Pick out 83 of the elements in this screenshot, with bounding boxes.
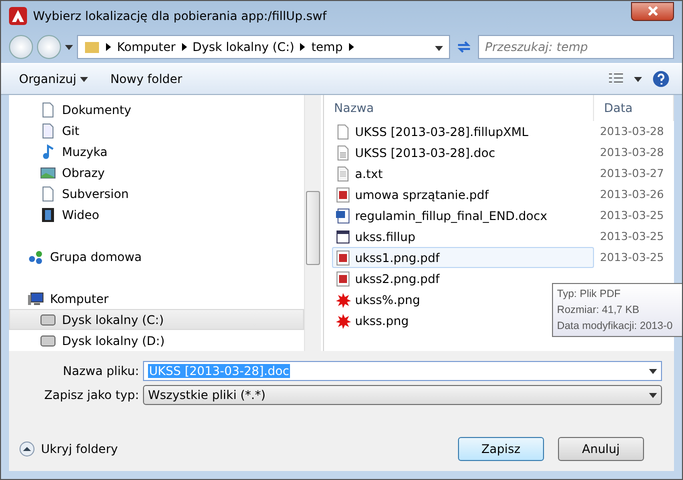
document-icon xyxy=(40,186,56,202)
window-title: Wybierz lokalizację dla pobierania app:/fillUp.swf xyxy=(33,9,327,23)
dropdown-caret-icon xyxy=(80,76,88,82)
tooltip-line: Rozmiar: 41,7 KB xyxy=(557,303,640,318)
file-row[interactable]: ukss2.png.pdf xyxy=(332,268,594,289)
pdf-file-icon xyxy=(335,270,351,286)
date-cell: 2013-03-25 xyxy=(600,230,664,243)
sidebar-item[interactable]: Dokumenty xyxy=(9,99,304,120)
organize-menu[interactable]: Organizuj xyxy=(13,70,94,88)
new-folder-button[interactable]: Nowy folder xyxy=(104,70,188,88)
splat-icon xyxy=(335,312,351,328)
breadcrumb-item[interactable]: Dysk lokalny (C:) xyxy=(192,40,294,54)
sidebar-item[interactable]: Dysk lokalny (D:) xyxy=(9,330,304,351)
close-icon xyxy=(648,6,658,16)
sidebar-item[interactable]: Muzyka xyxy=(9,141,304,162)
picture-icon xyxy=(40,164,56,180)
date-cell: 2013-03-26 xyxy=(600,188,664,201)
save-button[interactable]: Zapisz xyxy=(458,437,544,461)
sidebar-item[interactable]: Subversion xyxy=(9,183,304,204)
date-cell: 2013-03-28 xyxy=(600,125,664,138)
blank-file-icon xyxy=(335,124,351,140)
search-field[interactable]: Przeszukaj: temp xyxy=(478,35,674,59)
sidebar-item[interactable]: Komputer xyxy=(9,288,304,309)
music-note-icon xyxy=(40,144,56,160)
chevron-right-icon xyxy=(300,43,306,51)
sidebar-item[interactable]: Wideo xyxy=(9,204,304,225)
sidebar-item[interactable]: Obrazy xyxy=(9,162,304,183)
history-caret-icon xyxy=(65,44,73,50)
window-file-icon xyxy=(335,228,351,244)
collapse-icon xyxy=(19,441,35,457)
chevron-right-icon xyxy=(106,43,111,51)
forward-button[interactable] xyxy=(37,35,61,59)
date-cell: 2013-03-25 xyxy=(600,209,664,222)
dropdown-caret-icon xyxy=(649,392,657,398)
help-icon[interactable] xyxy=(652,70,670,88)
breadcrumb-item[interactable]: Komputer xyxy=(117,40,176,54)
pdf-file-icon xyxy=(335,250,351,266)
back-button[interactable] xyxy=(9,35,33,59)
field-label: Zapisz jako typ: xyxy=(43,388,139,402)
dropdown-caret-icon xyxy=(435,46,443,51)
sidebar-item[interactable]: Git xyxy=(9,120,304,141)
film-strip-icon xyxy=(40,206,56,222)
file-row[interactable]: ukss1.png.pdf xyxy=(332,247,594,268)
splat-icon xyxy=(335,292,351,308)
app-logo-icon xyxy=(9,7,27,25)
sidebar-item[interactable]: Dysk lokalny (C:) xyxy=(9,309,304,330)
hide-folders-button[interactable]: Ukryj foldery xyxy=(19,441,118,457)
date-cell: 2013-03-28 xyxy=(600,146,664,159)
drive-icon xyxy=(40,312,56,328)
network-spheres-icon xyxy=(28,248,44,264)
filetype-dropdown[interactable]: Wszystkie pliki (*.*) xyxy=(143,385,662,405)
computer-icon xyxy=(28,290,44,306)
folder-icon xyxy=(84,39,100,55)
chevron-right-icon xyxy=(348,43,354,51)
dropdown-caret-icon xyxy=(634,76,642,82)
column-header[interactable]: Data xyxy=(594,95,674,121)
scrollbar[interactable] xyxy=(304,95,321,351)
document-icon xyxy=(40,122,56,138)
address-bar[interactable]: Komputer Dysk lokalny (C:) temp xyxy=(77,35,450,59)
file-row[interactable]: a.txt xyxy=(332,163,594,184)
word-document-icon xyxy=(335,208,351,224)
file-row[interactable]: UKSS [2013-03-28].doc xyxy=(332,142,594,163)
field-label: Nazwa pliku: xyxy=(62,364,139,378)
tooltip-line: Data modyfikacji: 2013-0 xyxy=(557,319,674,334)
column-header[interactable]: Nazwa xyxy=(324,95,594,121)
file-row[interactable]: UKSS [2013-03-28].fillupXML xyxy=(332,121,594,142)
tooltip-line: Typ: Plik PDF xyxy=(557,287,622,302)
document-icon xyxy=(40,102,56,118)
sidebar-item[interactable]: Grupa domowa xyxy=(9,246,304,267)
file-row[interactable]: umowa sprzątanie.pdf xyxy=(332,184,594,205)
drive-icon xyxy=(40,332,56,348)
text-file-icon xyxy=(335,166,351,182)
date-cell: 2013-03-25 xyxy=(600,251,664,264)
document-icon xyxy=(335,144,351,160)
file-row[interactable]: regulamin_fillup_final_END.docx xyxy=(332,205,594,226)
breadcrumb-item[interactable]: temp xyxy=(311,40,343,54)
file-row[interactable]: ukss.fillup xyxy=(332,226,594,247)
close-button[interactable] xyxy=(631,2,674,20)
chevron-right-icon xyxy=(182,43,187,51)
cancel-button[interactable]: Anuluj xyxy=(558,437,644,461)
dropdown-caret-icon xyxy=(649,368,657,374)
date-cell: 2013-03-27 xyxy=(600,167,664,180)
pdf-file-icon xyxy=(335,186,351,202)
